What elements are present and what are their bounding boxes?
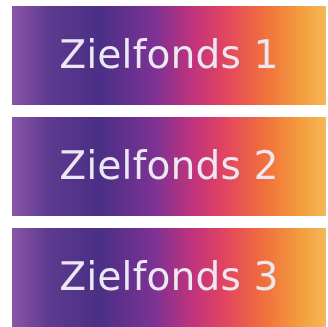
fund-button-label: Zielfonds 2	[59, 144, 279, 189]
fund-button-label: Zielfonds 3	[59, 255, 279, 300]
fund-button-3[interactable]: Zielfonds 3	[12, 228, 326, 327]
fund-button-1[interactable]: Zielfonds 1	[12, 6, 326, 105]
fund-selection-list: Zielfonds 1 Zielfonds 2 Zielfonds 3	[12, 6, 326, 327]
fund-button-2[interactable]: Zielfonds 2	[12, 117, 326, 216]
fund-button-label: Zielfonds 1	[59, 33, 279, 78]
